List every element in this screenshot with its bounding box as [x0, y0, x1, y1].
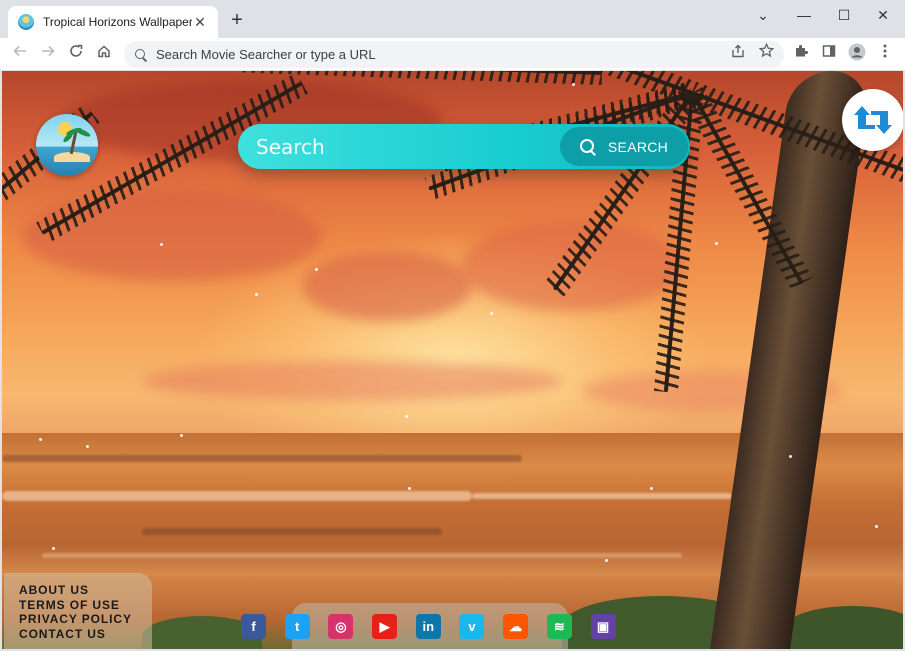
menu-button[interactable] — [874, 43, 896, 65]
tab-title: Tropical Horizons Wallpapers — [43, 15, 192, 29]
sparkle — [490, 312, 493, 315]
search-bar: SEARCH — [238, 124, 690, 169]
share-button[interactable] — [727, 43, 749, 65]
instagram-icon[interactable]: ◎ — [328, 614, 354, 639]
sparkle — [52, 547, 55, 550]
new-tab-button[interactable]: + — [226, 10, 248, 32]
youtube-icon[interactable]: ▶ — [372, 614, 398, 639]
wallpaper-page: SEARCH ABOUT US TERMS OF USE PRIVACY POL… — [2, 71, 903, 649]
sparkle — [255, 293, 258, 296]
side-panel-icon — [822, 45, 836, 57]
footer-links: ABOUT US TERMS OF USE PRIVACY POLICY CON… — [4, 573, 152, 649]
close-tab-icon[interactable]: ✕ — [192, 14, 208, 31]
sparkle — [650, 487, 653, 490]
social-links: f t ◎ ▶ in v ☁ ≋ ▣ — [241, 614, 634, 639]
terms-of-use-link[interactable]: TERMS OF USE — [19, 598, 152, 613]
arrow-right-icon — [42, 45, 55, 57]
sparkle — [789, 455, 792, 458]
sparkle — [408, 487, 411, 490]
home-icon — [98, 45, 110, 58]
arrow-left-icon — [13, 45, 26, 57]
logo-leaf — [74, 126, 92, 139]
privacy-policy-link[interactable]: PRIVACY POLICY — [19, 612, 152, 627]
favicon-icon — [18, 14, 34, 30]
bookmark-button[interactable] — [755, 42, 777, 65]
maximize-button[interactable]: ☐ — [827, 4, 861, 26]
tab-strip: Tropical Horizons Wallpapers ✕ + ⌄ — ☐ ✕ — [0, 0, 905, 38]
forward-button[interactable] — [37, 43, 59, 65]
cloud — [142, 361, 562, 401]
vimeo-icon[interactable]: v — [459, 614, 485, 639]
wave — [472, 493, 732, 499]
about-us-link[interactable]: ABOUT US — [19, 583, 152, 598]
search-button-label: SEARCH — [607, 138, 669, 155]
address-bar[interactable] — [124, 41, 784, 68]
linkedin-icon[interactable]: in — [415, 614, 441, 639]
share-icon — [732, 44, 744, 58]
close-window-button[interactable]: ✕ — [866, 4, 900, 26]
side-panel-button[interactable] — [818, 43, 840, 65]
avatar-icon — [848, 43, 866, 61]
search-button[interactable]: SEARCH — [560, 127, 688, 166]
sparkle — [572, 83, 575, 86]
minimize-button[interactable]: — — [787, 4, 821, 26]
change-wallpaper-button[interactable] — [842, 89, 903, 151]
sparkle — [86, 445, 89, 448]
address-input[interactable] — [156, 47, 716, 62]
wave — [42, 553, 682, 558]
cloud — [302, 251, 472, 321]
wave — [142, 528, 442, 535]
profile-button[interactable] — [846, 43, 868, 65]
more-vertical-icon — [883, 44, 887, 58]
search-icon — [579, 138, 596, 155]
facebook-icon[interactable]: f — [241, 614, 266, 639]
soundcloud-icon[interactable]: ☁ — [503, 614, 529, 639]
active-tab[interactable]: Tropical Horizons Wallpapers ✕ — [8, 6, 218, 38]
wave — [2, 455, 522, 462]
extensions-button[interactable] — [790, 43, 812, 65]
sparkle — [160, 243, 163, 246]
tab-search-button[interactable]: ⌄ — [746, 4, 780, 26]
sparkle — [605, 559, 608, 562]
back-button[interactable] — [9, 43, 31, 65]
star-icon — [758, 42, 774, 58]
home-button[interactable] — [93, 43, 115, 65]
reload-icon — [70, 44, 83, 57]
sparkle — [39, 438, 42, 441]
puzzle-icon — [796, 45, 808, 57]
contact-us-link[interactable]: CONTACT US — [19, 627, 152, 642]
search-icon — [134, 48, 148, 62]
twitch-icon[interactable]: ▣ — [590, 614, 616, 639]
reload-button[interactable] — [65, 43, 87, 65]
refresh-arrows-icon — [854, 106, 892, 134]
spotify-icon[interactable]: ≋ — [546, 614, 572, 639]
twitter-icon[interactable]: t — [284, 614, 310, 639]
sparkle — [315, 268, 318, 271]
search-input[interactable] — [256, 124, 546, 169]
bush — [782, 606, 903, 649]
sparkle — [875, 525, 878, 528]
sparkle — [180, 434, 183, 437]
wave — [2, 491, 472, 501]
site-logo[interactable] — [36, 114, 98, 176]
browser-toolbar — [0, 38, 905, 71]
sparkle — [715, 242, 718, 245]
sparkle — [405, 415, 408, 418]
